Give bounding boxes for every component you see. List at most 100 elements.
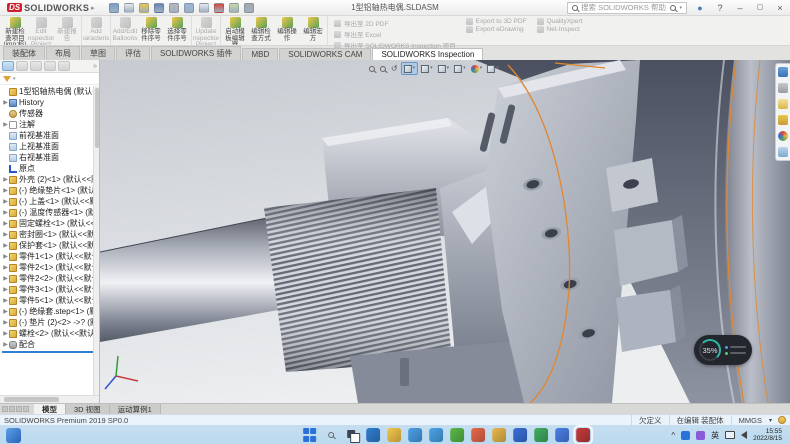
close-button[interactable]: × [773,2,787,14]
tree-row[interactable]: ▶零件2<2> (默认<<默认>_显示状 [0,273,99,284]
expand-arrow-icon[interactable]: ▶ [2,121,9,128]
dropdown-arrow-icon[interactable]: ▾ [413,64,416,73]
home-icon[interactable] [109,3,119,13]
rebuild-icon[interactable] [214,3,224,13]
tree-row[interactable]: ▶零件3<1> (默认<<默认>_显示状 [0,284,99,295]
file-properties-icon[interactable] [229,3,239,13]
tree-row[interactable]: ▶(-) 绝缘垫片<1> (默认<<默认>_显 [0,185,99,196]
doc-tab-1[interactable]: 布局 [46,46,80,60]
design-library-icon[interactable] [778,83,788,93]
taskbar-clock[interactable]: 15:55 2022/8/15 [753,428,782,442]
hide-show-items-icon[interactable]: ▾ [452,63,468,74]
expand-arrow-icon[interactable]: ▶ [2,253,9,260]
display-tray-icon[interactable] [725,431,735,439]
tree-vertical-scrollbar[interactable] [93,86,99,395]
select-icon[interactable] [199,3,209,13]
tree-row[interactable]: 上视基准面 [0,141,99,152]
dropdown-arrow-icon[interactable]: ▾ [480,64,483,73]
colorwheel-browser-icon[interactable] [471,428,485,442]
tree-row[interactable]: ▶零件5<1> (默认<<默认>_显示状 [0,295,99,306]
ribbon-button-remove-balloons[interactable]: 移除零件序号 [138,16,164,45]
dropdown-arrow-icon[interactable]: ▾ [447,64,450,73]
view-orientation-icon[interactable]: ▾ [419,63,435,74]
restore-button[interactable]: ▢ [753,2,767,14]
tree-row[interactable]: ▶保护套<1> (默认<<默认>_显示状 [0,240,99,251]
section-view-icon[interactable]: ▾ [401,62,419,75]
expand-arrow-icon[interactable]: ▶ [2,231,9,238]
start-icon[interactable] [303,428,317,442]
custom-properties-icon[interactable] [778,147,788,157]
tree-row[interactable]: ▶外壳 (2)<1> (默认<<默认>_显示状 [0,174,99,185]
mail-icon[interactable] [408,428,422,442]
file-explorer-icon[interactable] [387,428,401,442]
tree-row[interactable]: 前视基准面 [0,130,99,141]
expand-arrow-icon[interactable]: ▶ [2,341,9,348]
signin-icon[interactable]: ● [693,2,707,14]
tree-row[interactable]: ▶零件1<1> (默认<<默认>_显示状态 [0,251,99,262]
dropdown-arrow-icon[interactable]: ▾ [430,64,433,73]
appearances-icon[interactable] [778,131,788,141]
magnifier-icon[interactable] [670,5,676,11]
options-icon[interactable] [244,3,254,13]
wps-doc-icon[interactable] [555,428,569,442]
tree-row[interactable]: ▶固定螺栓<1> (默认<<默认>_显示 [0,218,99,229]
tree-row[interactable]: ▶(-) 绝缘套.step<1> (默认<<默认>_ [0,306,99,317]
task-view-icon[interactable] [345,428,359,442]
minimize-button[interactable]: – [733,2,747,14]
save-icon[interactable] [154,3,164,13]
app-tray-icon[interactable] [696,431,705,440]
configurationmanager-icon[interactable] [30,61,42,71]
expand-arrow-icon[interactable]: ▶ [2,319,9,326]
dropdown-arrow-icon[interactable]: ▾ [496,64,499,73]
expand-arrow-icon[interactable]: ▶ [2,242,9,249]
solidworks-icon[interactable] [576,428,590,442]
open-file-icon[interactable] [139,3,149,13]
browser-360-icon[interactable] [450,428,464,442]
units-dropdown-icon[interactable]: ▾ [769,417,772,424]
tree-filter-row[interactable]: ▾ [0,73,99,85]
wps-sheet-icon[interactable] [534,428,548,442]
doc-tab-5[interactable]: MBD [242,48,278,60]
store-icon[interactable] [429,428,443,442]
ribbon-button-edit-inspection-method[interactable]: 编辑检查方式 [248,16,274,45]
tree-row[interactable]: ▶注解 [0,119,99,130]
ribbon-button-edit-operation[interactable]: 编辑操作 [274,16,300,45]
file-explorer-icon[interactable] [778,99,788,109]
search-dropdown-icon[interactable]: ▾ [679,5,682,11]
expand-arrow-icon[interactable]: ▶ [2,330,9,337]
search-icon[interactable] [324,428,338,442]
model-tab-1[interactable]: 3D 视图 [66,404,110,414]
doc-tab-4[interactable]: SOLIDWORKS 插件 [151,46,241,60]
featuremanager-tree-icon[interactable] [2,61,14,71]
expand-arrow-icon[interactable]: ▶ [2,275,9,282]
dimxpertmanager-icon[interactable] [44,61,56,71]
displaymanager-icon[interactable] [58,61,70,71]
ime-indicator[interactable]: 英 [711,430,719,441]
tree-row[interactable]: ▶零件2<1> (默认<<默认>_显示状 [0,262,99,273]
expand-arrow-icon[interactable]: ▶ [2,286,9,293]
sw-resources-icon[interactable] [778,67,788,77]
expand-arrow-icon[interactable]: ▶ [2,297,9,304]
doc-tab-3[interactable]: 评估 [116,46,150,60]
new-file-icon[interactable] [124,3,134,13]
chrome-icon[interactable] [492,428,506,442]
speaker-icon[interactable] [741,431,747,439]
previous-view-icon[interactable]: ↺ [389,63,400,74]
zoom-area-icon[interactable] [378,65,388,73]
tree-row[interactable]: ▶配合 [0,339,99,350]
ribbon-button-edit-macro[interactable]: 编辑宏方 [300,16,326,45]
tree-row[interactable]: ▶螺栓<2> (默认<<默认>_显示状态 [0,328,99,339]
tag-icon[interactable] [778,416,786,424]
tree-row[interactable]: ▶密封圈<1> (默认<<默认>_显示状 [0,229,99,240]
undo-icon[interactable] [184,3,194,13]
tree-row[interactable]: ▶History [0,97,99,108]
model-tab-0[interactable]: 模型 [34,404,66,414]
expand-arrow-icon[interactable]: ▶ [2,308,9,315]
tray-chevron-icon[interactable]: ^ [671,431,675,440]
ribbon-button-select-balloons[interactable]: 选择零件序号 [164,16,190,45]
tab-nav-buttons[interactable] [0,404,34,414]
help-search-input[interactable]: 搜索 SOLIDWORKS 帮助 ▾ [567,2,687,14]
widgets-icon[interactable] [6,428,21,443]
model-tab-2[interactable]: 运动算例1 [110,404,161,414]
tree-row[interactable]: ▶(-) 温度传感器<1> (默认<<默认>_ [0,207,99,218]
